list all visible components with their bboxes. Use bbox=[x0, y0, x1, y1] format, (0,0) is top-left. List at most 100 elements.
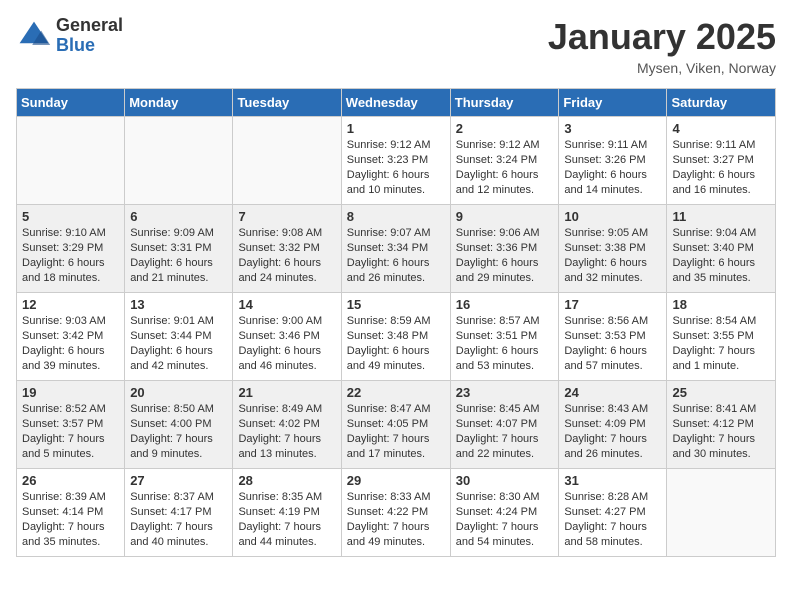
calendar-row-4: 19 Sunrise: 8:52 AMSunset: 3:57 PMDayligh… bbox=[17, 381, 776, 469]
logo-icon bbox=[16, 18, 52, 54]
cell-text: Sunrise: 9:06 AMSunset: 3:36 PMDaylight:… bbox=[456, 227, 540, 284]
weekday-header-monday: Monday bbox=[125, 89, 233, 117]
day-number: 30 bbox=[456, 473, 554, 488]
calendar-cell: 15 Sunrise: 8:59 AMSunset: 3:48 PMDayligh… bbox=[341, 293, 450, 381]
calendar-cell: 5 Sunrise: 9:10 AMSunset: 3:29 PMDaylight… bbox=[17, 205, 125, 293]
cell-text: Sunrise: 9:03 AMSunset: 3:42 PMDaylight:… bbox=[22, 315, 106, 372]
weekday-header-wednesday: Wednesday bbox=[341, 89, 450, 117]
cell-text: Sunrise: 8:35 AMSunset: 4:19 PMDaylight:… bbox=[238, 491, 322, 548]
calendar-cell: 28 Sunrise: 8:35 AMSunset: 4:19 PMDayligh… bbox=[233, 469, 341, 557]
day-number: 20 bbox=[130, 385, 227, 400]
calendar-cell: 21 Sunrise: 8:49 AMSunset: 4:02 PMDayligh… bbox=[233, 381, 341, 469]
cell-text: Sunrise: 9:11 AMSunset: 3:26 PMDaylight:… bbox=[564, 139, 647, 196]
calendar-cell: 17Sunrise: 8:56 AMSunset: 3:53 PMDayligh… bbox=[559, 293, 667, 381]
day-number: 10 bbox=[564, 209, 661, 224]
logo: General Blue bbox=[16, 16, 123, 56]
calendar-cell: 7Sunrise: 9:08 AMSunset: 3:32 PMDaylight… bbox=[233, 205, 341, 293]
day-number: 11 bbox=[672, 209, 770, 224]
cell-text: Sunrise: 8:45 AMSunset: 4:07 PMDaylight:… bbox=[456, 403, 540, 460]
cell-text: Sunrise: 8:33 AMSunset: 4:22 PMDaylight:… bbox=[347, 491, 431, 548]
calendar-cell: 12Sunrise: 9:03 AMSunset: 3:42 PMDayligh… bbox=[17, 293, 125, 381]
day-number: 22 bbox=[347, 385, 445, 400]
day-number: 29 bbox=[347, 473, 445, 488]
calendar-cell: 24Sunrise: 8:43 AMSunset: 4:09 PMDayligh… bbox=[559, 381, 667, 469]
calendar-cell: 22 Sunrise: 8:47 AMSunset: 4:05 PMDayligh… bbox=[341, 381, 450, 469]
cell-text: Sunrise: 8:54 AMSunset: 3:55 PMDaylight:… bbox=[672, 315, 756, 372]
day-number: 16 bbox=[456, 297, 554, 312]
weekday-header-saturday: Saturday bbox=[667, 89, 776, 117]
calendar-cell bbox=[667, 469, 776, 557]
day-number: 9 bbox=[456, 209, 554, 224]
cell-text: Sunrise: 9:04 AMSunset: 3:40 PMDaylight:… bbox=[672, 227, 756, 284]
calendar-title: January 2025 bbox=[548, 16, 776, 58]
weekday-header-sunday: Sunday bbox=[17, 89, 125, 117]
calendar-cell: 23Sunrise: 8:45 AMSunset: 4:07 PMDayligh… bbox=[450, 381, 559, 469]
logo-blue: Blue bbox=[56, 36, 123, 56]
calendar-cell: 27Sunrise: 8:37 AMSunset: 4:17 PMDayligh… bbox=[125, 469, 233, 557]
title-section: January 2025 Mysen, Viken, Norway bbox=[548, 16, 776, 76]
day-number: 7 bbox=[238, 209, 335, 224]
cell-text: Sunrise: 8:57 AMSunset: 3:51 PMDaylight:… bbox=[456, 315, 540, 372]
weekday-header-friday: Friday bbox=[559, 89, 667, 117]
cell-text: Sunrise: 9:12 AMSunset: 3:23 PMDaylight:… bbox=[347, 139, 431, 196]
calendar-cell: 31 Sunrise: 8:28 AMSunset: 4:27 PMDayligh… bbox=[559, 469, 667, 557]
day-number: 18 bbox=[672, 297, 770, 312]
weekday-header-tuesday: Tuesday bbox=[233, 89, 341, 117]
cell-text: Sunrise: 8:49 AMSunset: 4:02 PMDaylight:… bbox=[238, 403, 322, 460]
day-number: 2 bbox=[456, 121, 554, 136]
day-number: 19 bbox=[22, 385, 119, 400]
cell-text: Sunrise: 8:59 AMSunset: 3:48 PMDaylight:… bbox=[347, 315, 431, 372]
day-number: 25 bbox=[672, 385, 770, 400]
calendar-cell: 11 Sunrise: 9:04 AMSunset: 3:40 PMDayligh… bbox=[667, 205, 776, 293]
page-header: General Blue January 2025 Mysen, Viken, … bbox=[16, 16, 776, 76]
day-number: 31 bbox=[564, 473, 661, 488]
day-number: 24 bbox=[564, 385, 661, 400]
calendar-cell: 10 Sunrise: 9:05 AMSunset: 3:38 PMDayligh… bbox=[559, 205, 667, 293]
calendar-row-2: 5 Sunrise: 9:10 AMSunset: 3:29 PMDaylight… bbox=[17, 205, 776, 293]
calendar-cell: 2 Sunrise: 9:12 AMSunset: 3:24 PMDaylight… bbox=[450, 117, 559, 205]
day-number: 3 bbox=[564, 121, 661, 136]
weekday-header-thursday: Thursday bbox=[450, 89, 559, 117]
cell-text: Sunrise: 8:41 AMSunset: 4:12 PMDaylight:… bbox=[672, 403, 756, 460]
logo-text: General Blue bbox=[56, 16, 123, 56]
calendar-cell bbox=[125, 117, 233, 205]
cell-text: Sunrise: 8:50 AMSunset: 4:00 PMDaylight:… bbox=[130, 403, 214, 460]
calendar-cell: 1Sunrise: 9:12 AMSunset: 3:23 PMDaylight… bbox=[341, 117, 450, 205]
calendar-cell: 26 Sunrise: 8:39 AMSunset: 4:14 PMDayligh… bbox=[17, 469, 125, 557]
day-number: 5 bbox=[22, 209, 119, 224]
cell-text: Sunrise: 8:56 AMSunset: 3:53 PMDaylight:… bbox=[564, 315, 648, 372]
cell-text: Sunrise: 9:11 AMSunset: 3:27 PMDaylight:… bbox=[672, 139, 755, 196]
calendar-cell: 30 Sunrise: 8:30 AMSunset: 4:24 PMDayligh… bbox=[450, 469, 559, 557]
calendar-cell: 6 Sunrise: 9:09 AMSunset: 3:31 PMDaylight… bbox=[125, 205, 233, 293]
calendar-cell: 20 Sunrise: 8:50 AMSunset: 4:00 PMDayligh… bbox=[125, 381, 233, 469]
day-number: 13 bbox=[130, 297, 227, 312]
cell-text: Sunrise: 8:28 AMSunset: 4:27 PMDaylight:… bbox=[564, 491, 648, 548]
calendar-cell: 14Sunrise: 9:00 AMSunset: 3:46 PMDayligh… bbox=[233, 293, 341, 381]
cell-text: Sunrise: 9:10 AMSunset: 3:29 PMDaylight:… bbox=[22, 227, 106, 284]
cell-text: Sunrise: 8:37 AMSunset: 4:17 PMDaylight:… bbox=[130, 491, 214, 548]
cell-text: Sunrise: 8:52 AMSunset: 3:57 PMDaylight:… bbox=[22, 403, 106, 460]
calendar-table: SundayMondayTuesdayWednesdayThursdayFrid… bbox=[16, 88, 776, 557]
cell-text: Sunrise: 9:05 AMSunset: 3:38 PMDaylight:… bbox=[564, 227, 648, 284]
weekday-header-row: SundayMondayTuesdayWednesdayThursdayFrid… bbox=[17, 89, 776, 117]
cell-text: Sunrise: 8:39 AMSunset: 4:14 PMDaylight:… bbox=[22, 491, 106, 548]
cell-text: Sunrise: 8:30 AMSunset: 4:24 PMDaylight:… bbox=[456, 491, 540, 548]
calendar-cell: 3 Sunrise: 9:11 AMSunset: 3:26 PMDaylight… bbox=[559, 117, 667, 205]
calendar-cell: 16 Sunrise: 8:57 AMSunset: 3:51 PMDayligh… bbox=[450, 293, 559, 381]
day-number: 6 bbox=[130, 209, 227, 224]
cell-text: Sunrise: 9:09 AMSunset: 3:31 PMDaylight:… bbox=[130, 227, 214, 284]
day-number: 26 bbox=[22, 473, 119, 488]
day-number: 4 bbox=[672, 121, 770, 136]
cell-text: Sunrise: 9:07 AMSunset: 3:34 PMDaylight:… bbox=[347, 227, 431, 284]
cell-text: Sunrise: 9:12 AMSunset: 3:24 PMDaylight:… bbox=[456, 139, 540, 196]
calendar-cell: 18 Sunrise: 8:54 AMSunset: 3:55 PMDayligh… bbox=[667, 293, 776, 381]
logo-general: General bbox=[56, 16, 123, 36]
day-number: 14 bbox=[238, 297, 335, 312]
day-number: 15 bbox=[347, 297, 445, 312]
cell-text: Sunrise: 8:47 AMSunset: 4:05 PMDaylight:… bbox=[347, 403, 431, 460]
calendar-cell: 25 Sunrise: 8:41 AMSunset: 4:12 PMDayligh… bbox=[667, 381, 776, 469]
day-number: 21 bbox=[238, 385, 335, 400]
calendar-cell: 8Sunrise: 9:07 AMSunset: 3:34 PMDaylight… bbox=[341, 205, 450, 293]
day-number: 28 bbox=[238, 473, 335, 488]
calendar-cell: 13Sunrise: 9:01 AMSunset: 3:44 PMDayligh… bbox=[125, 293, 233, 381]
